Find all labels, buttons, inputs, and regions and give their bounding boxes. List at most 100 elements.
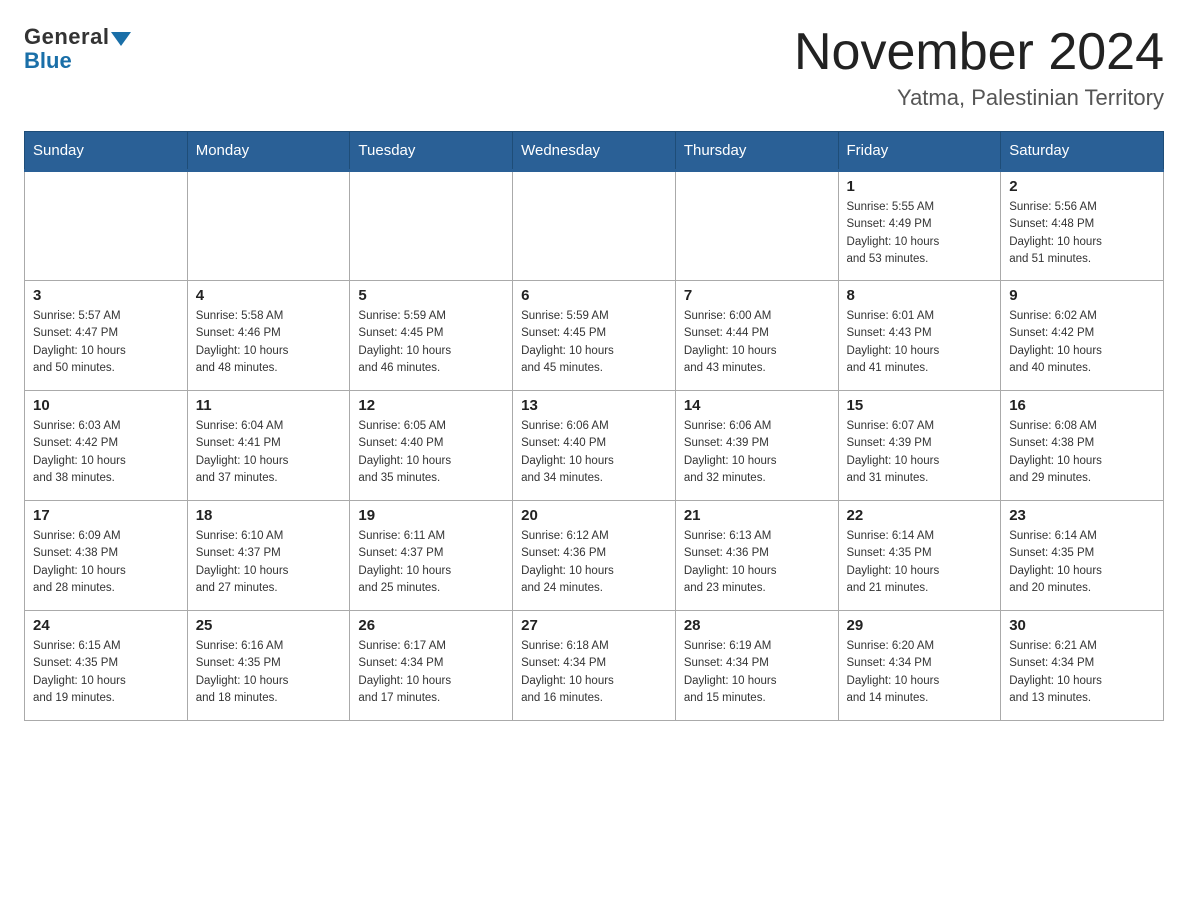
calendar-cell: 28 Sunrise: 6:19 AMSunset: 4:34 PMDayligh… (675, 611, 838, 721)
weekday-header-sunday: Sunday (25, 132, 188, 171)
day-number: 6 (521, 287, 667, 304)
day-info: Sunrise: 6:15 AMSunset: 4:35 PMDaylight:… (33, 638, 179, 707)
month-title: November 2024 (794, 24, 1164, 81)
day-info: Sunrise: 6:12 AMSunset: 4:36 PMDaylight:… (521, 528, 667, 597)
day-number: 7 (684, 287, 830, 304)
calendar-cell: 22 Sunrise: 6:14 AMSunset: 4:35 PMDayligh… (838, 501, 1001, 611)
calendar-cell: 10 Sunrise: 6:03 AMSunset: 4:42 PMDayligh… (25, 391, 188, 501)
calendar-cell: 11Sunrise: 6:04 AMSunset: 4:41 PMDayligh… (187, 391, 350, 501)
calendar-cell (675, 171, 838, 281)
day-number: 30 (1009, 617, 1155, 634)
weekday-header-row: SundayMondayTuesdayWednesdayThursdayFrid… (25, 132, 1164, 171)
day-info: Sunrise: 6:18 AMSunset: 4:34 PMDaylight:… (521, 638, 667, 707)
calendar-cell: 18 Sunrise: 6:10 AMSunset: 4:37 PMDayligh… (187, 501, 350, 611)
week-row-1: 1Sunrise: 5:55 AMSunset: 4:49 PMDaylight… (25, 171, 1164, 281)
calendar-cell: 13Sunrise: 6:06 AMSunset: 4:40 PMDayligh… (513, 391, 676, 501)
day-number: 27 (521, 617, 667, 634)
day-number: 1 (847, 178, 993, 195)
day-number: 29 (847, 617, 993, 634)
calendar-cell: 4 Sunrise: 5:58 AMSunset: 4:46 PMDaylight… (187, 281, 350, 391)
day-info: Sunrise: 6:02 AMSunset: 4:42 PMDaylight:… (1009, 308, 1155, 377)
day-number: 8 (847, 287, 993, 304)
day-number: 26 (358, 617, 504, 634)
day-number: 5 (358, 287, 504, 304)
day-number: 9 (1009, 287, 1155, 304)
calendar-cell: 24 Sunrise: 6:15 AMSunset: 4:35 PMDayligh… (25, 611, 188, 721)
weekday-header-wednesday: Wednesday (513, 132, 676, 171)
calendar-cell: 12 Sunrise: 6:05 AMSunset: 4:40 PMDayligh… (350, 391, 513, 501)
day-info: Sunrise: 6:10 AMSunset: 4:37 PMDaylight:… (196, 528, 342, 597)
day-number: 16 (1009, 397, 1155, 414)
day-info: Sunrise: 6:05 AMSunset: 4:40 PMDaylight:… (358, 418, 504, 487)
day-number: 4 (196, 287, 342, 304)
day-info: Sunrise: 5:59 AMSunset: 4:45 PMDaylight:… (521, 308, 667, 377)
week-row-2: 3 Sunrise: 5:57 AMSunset: 4:47 PMDaylight… (25, 281, 1164, 391)
day-number: 11 (196, 397, 342, 414)
calendar-cell: 25Sunrise: 6:16 AMSunset: 4:35 PMDayligh… (187, 611, 350, 721)
logo: General Blue (24, 24, 131, 74)
day-number: 21 (684, 507, 830, 524)
day-number: 13 (521, 397, 667, 414)
day-info: Sunrise: 6:17 AMSunset: 4:34 PMDaylight:… (358, 638, 504, 707)
day-info: Sunrise: 5:56 AMSunset: 4:48 PMDaylight:… (1009, 199, 1155, 268)
calendar-cell: 19Sunrise: 6:11 AMSunset: 4:37 PMDayligh… (350, 501, 513, 611)
weekday-header-saturday: Saturday (1001, 132, 1164, 171)
day-info: Sunrise: 5:58 AMSunset: 4:46 PMDaylight:… (196, 308, 342, 377)
day-info: Sunrise: 6:21 AMSunset: 4:34 PMDaylight:… (1009, 638, 1155, 707)
title-block: November 2024 Yatma, Palestinian Territo… (794, 24, 1164, 111)
day-number: 22 (847, 507, 993, 524)
day-info: Sunrise: 5:59 AMSunset: 4:45 PMDaylight:… (358, 308, 504, 377)
calendar-cell: 23 Sunrise: 6:14 AMSunset: 4:35 PMDayligh… (1001, 501, 1164, 611)
day-number: 12 (358, 397, 504, 414)
page-header: General Blue November 2024 Yatma, Palest… (24, 24, 1164, 111)
day-info: Sunrise: 6:09 AMSunset: 4:38 PMDaylight:… (33, 528, 179, 597)
calendar-cell: 5 Sunrise: 5:59 AMSunset: 4:45 PMDaylight… (350, 281, 513, 391)
week-row-4: 17 Sunrise: 6:09 AMSunset: 4:38 PMDayligh… (25, 501, 1164, 611)
week-row-5: 24 Sunrise: 6:15 AMSunset: 4:35 PMDayligh… (25, 611, 1164, 721)
day-info: Sunrise: 6:01 AMSunset: 4:43 PMDaylight:… (847, 308, 993, 377)
calendar-cell (350, 171, 513, 281)
day-info: Sunrise: 6:19 AMSunset: 4:34 PMDaylight:… (684, 638, 830, 707)
calendar-cell: 17 Sunrise: 6:09 AMSunset: 4:38 PMDayligh… (25, 501, 188, 611)
day-info: Sunrise: 6:11 AMSunset: 4:37 PMDaylight:… (358, 528, 504, 597)
day-info: Sunrise: 5:57 AMSunset: 4:47 PMDaylight:… (33, 308, 179, 377)
day-info: Sunrise: 6:14 AMSunset: 4:35 PMDaylight:… (1009, 528, 1155, 597)
calendar-table: SundayMondayTuesdayWednesdayThursdayFrid… (24, 131, 1164, 721)
calendar-cell: 2Sunrise: 5:56 AMSunset: 4:48 PMDaylight… (1001, 171, 1164, 281)
calendar-cell: 8 Sunrise: 6:01 AMSunset: 4:43 PMDaylight… (838, 281, 1001, 391)
weekday-header-tuesday: Tuesday (350, 132, 513, 171)
calendar-cell: 16Sunrise: 6:08 AMSunset: 4:38 PMDayligh… (1001, 391, 1164, 501)
day-number: 15 (847, 397, 993, 414)
day-info: Sunrise: 6:06 AMSunset: 4:39 PMDaylight:… (684, 418, 830, 487)
calendar-cell: 20Sunrise: 6:12 AMSunset: 4:36 PMDayligh… (513, 501, 676, 611)
day-info: Sunrise: 6:03 AMSunset: 4:42 PMDaylight:… (33, 418, 179, 487)
logo-arrow-icon (111, 32, 131, 46)
day-info: Sunrise: 6:14 AMSunset: 4:35 PMDaylight:… (847, 528, 993, 597)
day-number: 17 (33, 507, 179, 524)
calendar-cell: 29 Sunrise: 6:20 AMSunset: 4:34 PMDayligh… (838, 611, 1001, 721)
day-number: 23 (1009, 507, 1155, 524)
week-row-3: 10 Sunrise: 6:03 AMSunset: 4:42 PMDayligh… (25, 391, 1164, 501)
day-number: 28 (684, 617, 830, 634)
day-number: 24 (33, 617, 179, 634)
day-info: Sunrise: 6:20 AMSunset: 4:34 PMDaylight:… (847, 638, 993, 707)
calendar-cell (187, 171, 350, 281)
weekday-header-thursday: Thursday (675, 132, 838, 171)
day-number: 14 (684, 397, 830, 414)
day-number: 3 (33, 287, 179, 304)
day-info: Sunrise: 6:16 AMSunset: 4:35 PMDaylight:… (196, 638, 342, 707)
calendar-cell: 15 Sunrise: 6:07 AMSunset: 4:39 PMDayligh… (838, 391, 1001, 501)
location-title: Yatma, Palestinian Territory (794, 85, 1164, 111)
day-info: Sunrise: 6:07 AMSunset: 4:39 PMDaylight:… (847, 418, 993, 487)
calendar-cell: 7Sunrise: 6:00 AMSunset: 4:44 PMDaylight… (675, 281, 838, 391)
day-number: 18 (196, 507, 342, 524)
calendar-cell: 26 Sunrise: 6:17 AMSunset: 4:34 PMDayligh… (350, 611, 513, 721)
calendar-cell: 3 Sunrise: 5:57 AMSunset: 4:47 PMDaylight… (25, 281, 188, 391)
calendar-cell (513, 171, 676, 281)
day-number: 10 (33, 397, 179, 414)
calendar-cell (25, 171, 188, 281)
logo-general-text: General (24, 24, 131, 50)
calendar-cell: 9 Sunrise: 6:02 AMSunset: 4:42 PMDaylight… (1001, 281, 1164, 391)
calendar-cell: 1Sunrise: 5:55 AMSunset: 4:49 PMDaylight… (838, 171, 1001, 281)
day-info: Sunrise: 6:13 AMSunset: 4:36 PMDaylight:… (684, 528, 830, 597)
